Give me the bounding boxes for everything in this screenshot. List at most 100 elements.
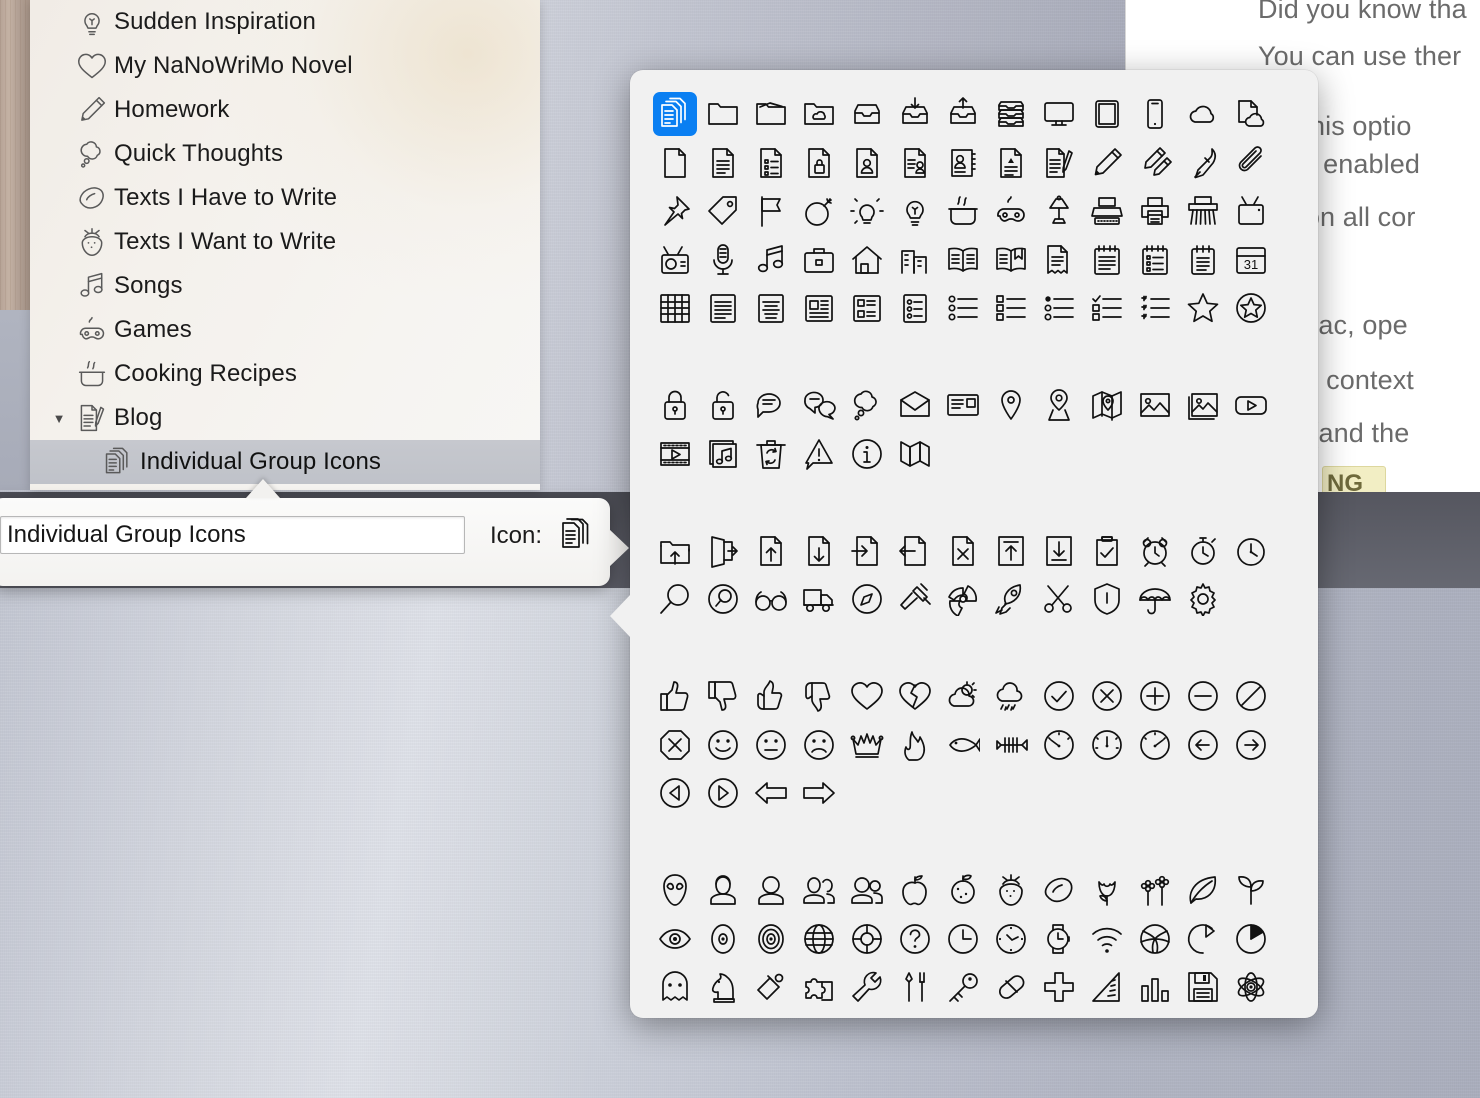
television-icon[interactable] <box>1229 189 1273 233</box>
thought-bubble-icon[interactable] <box>845 383 889 427</box>
info-circle-icon[interactable] <box>845 432 889 476</box>
list-document-icon[interactable] <box>749 141 793 185</box>
magnifier-icon[interactable] <box>653 577 697 621</box>
open-book-icon[interactable] <box>941 238 985 282</box>
pushpin-icon[interactable] <box>653 189 697 233</box>
chat-bubbles-icon[interactable] <box>797 383 841 427</box>
text-lines-icon[interactable] <box>701 286 745 330</box>
glasses-icon[interactable] <box>749 577 793 621</box>
sidebar-item-homework[interactable]: Homework <box>30 88 540 132</box>
photos-icon[interactable] <box>1181 383 1225 427</box>
grid-calendar-icon[interactable] <box>653 286 697 330</box>
medical-cross-icon[interactable] <box>1037 965 1081 1009</box>
icon-grid[interactable]: 310123456789101112 <box>630 70 1318 1018</box>
ghost-icon[interactable] <box>653 965 697 1009</box>
crown-icon[interactable] <box>845 723 889 767</box>
neutral-face-icon[interactable] <box>749 723 793 767</box>
atom-icon[interactable] <box>1229 965 1273 1009</box>
pencil-icon[interactable] <box>1085 141 1129 185</box>
gamepad-icon[interactable] <box>989 189 1033 233</box>
globe-icon[interactable] <box>797 917 841 961</box>
gauge-mid-icon[interactable] <box>1085 723 1129 767</box>
video-play-icon[interactable] <box>1229 383 1273 427</box>
man-icon[interactable] <box>749 868 793 912</box>
rain-cloud-icon[interactable] <box>989 674 1033 718</box>
camera-icon[interactable] <box>845 1014 889 1019</box>
ball-icon[interactable] <box>1133 917 1177 961</box>
gavel-icon[interactable] <box>893 577 937 621</box>
question-circle-icon[interactable] <box>893 917 937 961</box>
arrow-right-block-icon[interactable] <box>797 771 841 815</box>
envelope-icon[interactable] <box>893 383 937 427</box>
star-list-icon[interactable] <box>1133 286 1177 330</box>
sidebar-item-cooking-recipes[interactable]: Cooking Recipes <box>30 352 540 396</box>
bullet-document-icon[interactable] <box>893 286 937 330</box>
unlock-icon[interactable] <box>701 383 745 427</box>
thumbs-down-icon[interactable] <box>701 674 745 718</box>
heart-icon[interactable] <box>845 674 889 718</box>
thumbs-up-icon[interactable] <box>653 674 697 718</box>
arrow-left-circle-icon[interactable] <box>1181 723 1225 767</box>
slash-circle-icon[interactable] <box>1229 674 1273 718</box>
bookmark-book-icon[interactable] <box>989 238 1033 282</box>
sidebar-item-individual-group-icons[interactable]: Individual Group Icons <box>30 440 540 484</box>
star-icon[interactable] <box>1181 286 1225 330</box>
dollar-circle-icon[interactable] <box>1085 1014 1129 1019</box>
printer-icon[interactable] <box>1133 189 1177 233</box>
radio-list-icon[interactable] <box>1037 286 1081 330</box>
fish-bone-icon[interactable] <box>989 723 1033 767</box>
puzzle-icon[interactable] <box>797 965 841 1009</box>
album-icon[interactable] <box>701 432 745 476</box>
coins-icon[interactable] <box>1037 1014 1081 1019</box>
ruler-triangle-icon[interactable] <box>1085 965 1129 1009</box>
pie-slice-icon[interactable] <box>1181 917 1225 961</box>
alarm-clock-icon[interactable] <box>1133 529 1177 573</box>
map-folded-icon[interactable] <box>893 432 937 476</box>
strawberry-icon[interactable] <box>989 868 1033 912</box>
watch-face-icon[interactable] <box>989 917 1033 961</box>
square-list-icon[interactable] <box>989 286 1033 330</box>
tray-download-icon[interactable] <box>893 92 937 136</box>
x-octagon-icon[interactable] <box>653 723 697 767</box>
planet-icon[interactable] <box>653 1014 697 1019</box>
check-circle-icon[interactable] <box>1037 674 1081 718</box>
group-women-icon[interactable] <box>797 868 841 912</box>
gauge-high-icon[interactable] <box>1133 723 1177 767</box>
flame-icon[interactable] <box>893 723 937 767</box>
arrow-right-circle-icon[interactable] <box>1229 723 1273 767</box>
layout-list-icon[interactable] <box>845 286 889 330</box>
compass-icon[interactable] <box>845 577 889 621</box>
sidebar-item-quick-thoughts[interactable]: Quick Thoughts <box>30 132 540 176</box>
thumb-up-hand-icon[interactable] <box>749 674 793 718</box>
group-name-input[interactable]: Individual Group Icons <box>0 516 465 554</box>
trash-recycle-icon[interactable] <box>749 432 793 476</box>
bomb-icon[interactable] <box>797 189 841 233</box>
microphone-icon[interactable] <box>701 238 745 282</box>
page-up-icon[interactable] <box>749 529 793 573</box>
clipboard-check-icon[interactable] <box>1085 529 1129 573</box>
x-circle-icon[interactable] <box>1085 674 1129 718</box>
notepad-plain-icon[interactable] <box>1181 238 1225 282</box>
briefcase-icon[interactable] <box>797 238 841 282</box>
stopwatch-icon[interactable] <box>1181 529 1225 573</box>
postcard-icon[interactable] <box>941 383 985 427</box>
tools-icon[interactable] <box>893 965 937 1009</box>
pill-icon[interactable] <box>989 965 1033 1009</box>
map-pin-fold-icon[interactable] <box>1085 383 1129 427</box>
icon-chooser-button[interactable] <box>558 516 594 554</box>
photo-icon[interactable] <box>1133 383 1177 427</box>
tray-upload-icon[interactable] <box>941 92 985 136</box>
map-pin-icon[interactable] <box>989 383 1033 427</box>
sidebar-item-my-nanowrimo-novel[interactable]: My NaNoWriMo Novel <box>30 44 540 88</box>
folder-open-icon[interactable] <box>749 92 793 136</box>
tablet-icon[interactable] <box>1085 92 1129 136</box>
apple-icon[interactable] <box>893 868 937 912</box>
pencils-icon[interactable] <box>1133 141 1177 185</box>
arrow-left-block-icon[interactable] <box>749 771 793 815</box>
text-centered-icon[interactable] <box>749 286 793 330</box>
warning-icon[interactable] <box>797 432 841 476</box>
tag-icon[interactable] <box>701 189 745 233</box>
binder-sidebar[interactable]: Sudden Inspiration My NaNoWriMo Novel Home… <box>30 0 540 490</box>
folder-upload-icon[interactable] <box>653 529 697 573</box>
layers-icon[interactable] <box>989 1014 1033 1019</box>
